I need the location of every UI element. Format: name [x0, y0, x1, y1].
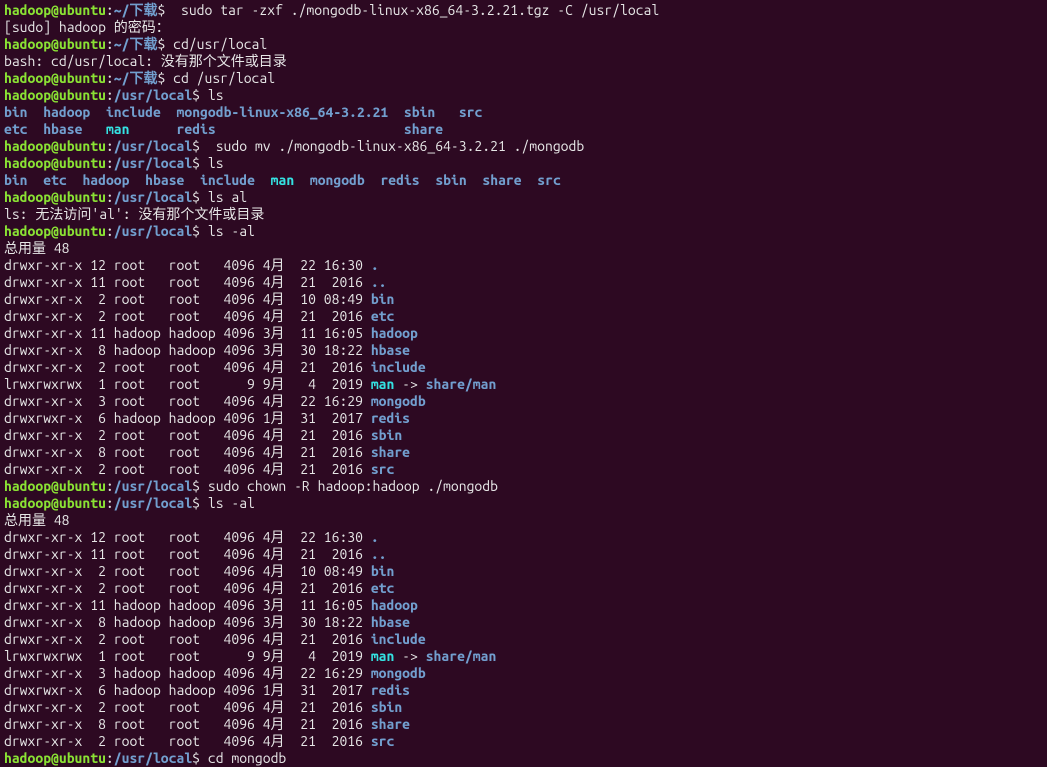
terminal-output[interactable]: hadoop@ubuntu:~/下载$ sudo tar -zxf ./mong…: [4, 2, 1043, 767]
